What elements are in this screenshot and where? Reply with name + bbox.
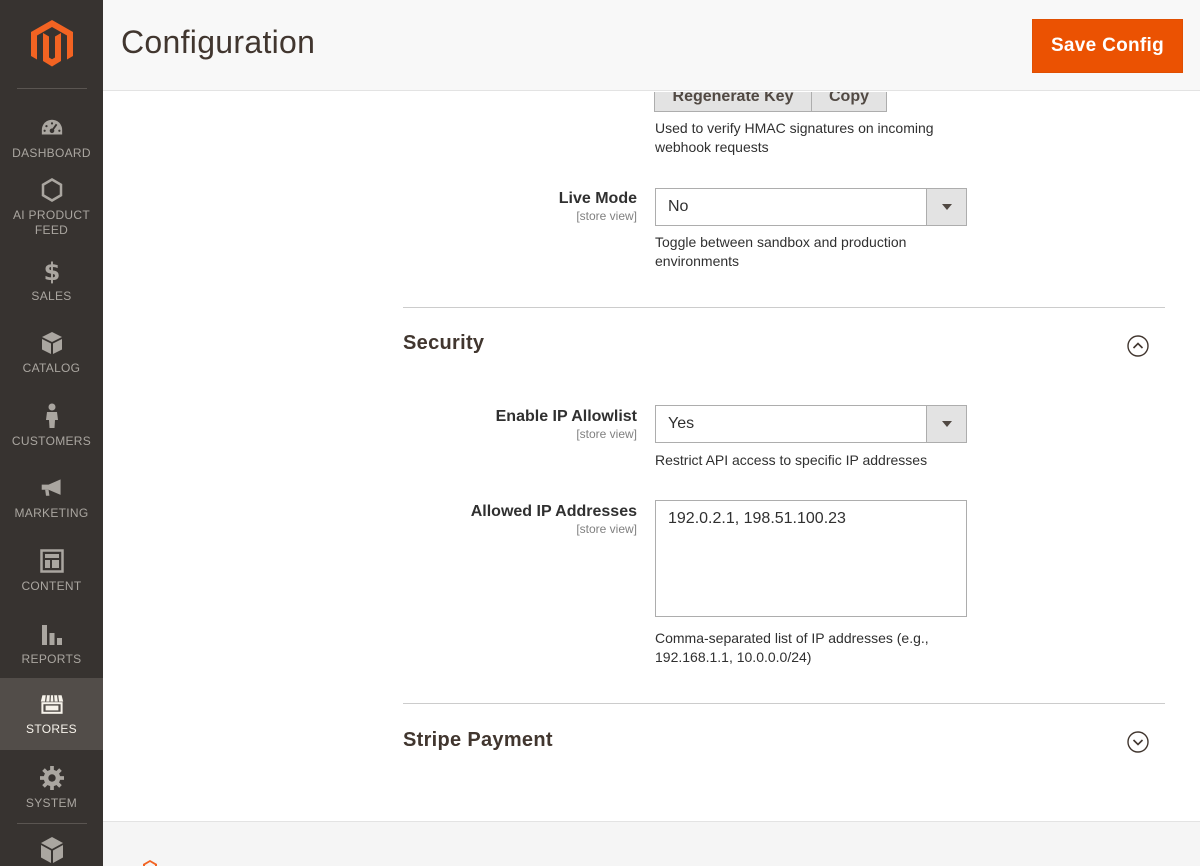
enable-ip-allowlist-label: Enable IP Allowlist [store view]: [277, 408, 637, 441]
regenerate-key-button[interactable]: Regenerate Key: [654, 92, 812, 112]
section-divider: [403, 703, 1165, 704]
field-label-text: Enable IP Allowlist: [495, 408, 637, 425]
svg-text:$: $: [43, 258, 60, 284]
sidebar-item-label: MARKETING: [14, 505, 89, 520]
section-divider: [403, 307, 1165, 308]
sidebar-item-label: SYSTEM: [25, 795, 78, 810]
sidebar-item-label: SALES: [31, 288, 72, 303]
hexagon-icon: [40, 178, 64, 202]
box-icon: [40, 331, 64, 355]
live-mode-label: Live Mode [store view]: [277, 190, 637, 223]
chevron-up-icon[interactable]: [1127, 335, 1149, 357]
field-label-text: Allowed IP Addresses: [470, 503, 637, 520]
sidebar-item-reports[interactable]: REPORTS: [0, 608, 103, 680]
magento-logo[interactable]: [0, 0, 103, 88]
sidebar-item-label: REPORTS: [21, 651, 82, 666]
field-label-text: Live Mode: [558, 190, 637, 207]
person-icon: [40, 403, 64, 428]
magento-footer-logo-icon: [143, 860, 157, 866]
sidebar-item-stores[interactable]: STORES: [0, 678, 103, 750]
page-title: Configuration: [121, 24, 316, 60]
stripe-payment-section-title[interactable]: Stripe Payment: [403, 729, 553, 752]
save-config-button[interactable]: Save Config: [1032, 19, 1183, 73]
sidebar-item-ai-product-feed[interactable]: AI PRODUCT FEED: [0, 172, 103, 244]
live-mode-note: Toggle between sandbox and production en…: [655, 234, 907, 269]
ip-allowlist-note: Restrict API access to specific IP addre…: [655, 452, 928, 468]
select-value: Yes: [668, 415, 695, 432]
sidebar-item-label: AI PRODUCT FEED: [12, 208, 90, 237]
webhook-key-note: Used to verify HMAC signatures on incomi…: [655, 120, 934, 155]
page-footer: [103, 821, 1200, 866]
sidebar-item-content[interactable]: CONTENT: [0, 535, 103, 607]
allowed-ips-note: Comma-separated list of IP addresses (e.…: [655, 630, 929, 665]
sidebar-item-label: DASHBOARD: [12, 145, 91, 160]
copy-key-button[interactable]: Copy: [812, 92, 887, 112]
select-value: No: [668, 198, 689, 215]
sidebar-item-label: CONTENT: [21, 578, 82, 593]
sidebar-item-sales[interactable]: $ SALES: [0, 245, 103, 317]
security-section-title[interactable]: Security: [403, 332, 484, 355]
config-content: Regenerate Key Copy Used to verify HMAC …: [103, 92, 1200, 821]
allowed-ip-addresses-label: Allowed IP Addresses [store view]: [277, 503, 637, 536]
sidebar-item-dashboard[interactable]: DASHBOARD: [0, 102, 103, 174]
sidebar-item-customers[interactable]: CUSTOMERS: [0, 390, 103, 462]
webhook-key-actions: Regenerate Key Copy: [654, 92, 887, 112]
page-header: Configuration Save Config: [103, 0, 1200, 91]
chevron-down-icon[interactable]: [1127, 731, 1149, 753]
gear-icon: [39, 765, 64, 790]
sidebar-divider: [17, 88, 87, 89]
sidebar-item-marketing[interactable]: MARKETING: [0, 462, 103, 534]
sidebar-item-label: CUSTOMERS: [11, 433, 92, 448]
chevron-down-icon[interactable]: [926, 406, 966, 442]
dollar-icon: $: [40, 258, 64, 284]
speedometer-icon: [40, 116, 64, 140]
chevron-down-icon[interactable]: [926, 189, 966, 225]
enable-ip-allowlist-select[interactable]: Yes: [655, 405, 967, 443]
sidebar-item-label: CATALOG: [22, 360, 81, 375]
sidebar-divider: [17, 823, 87, 824]
field-scope: [store view]: [576, 522, 637, 536]
admin-sidebar: DASHBOARD AI PRODUCT FEED $ SALES CATALO…: [0, 0, 103, 866]
storefront-icon: [40, 692, 64, 716]
field-scope: [store view]: [576, 427, 637, 441]
allowed-ip-addresses-textarea[interactable]: [655, 500, 967, 617]
megaphone-icon: [40, 476, 64, 500]
sidebar-item-label: STORES: [26, 721, 77, 736]
live-mode-select[interactable]: No: [655, 188, 967, 226]
sidebar-item-system[interactable]: SYSTEM: [0, 752, 103, 824]
field-scope: [store view]: [576, 209, 637, 223]
layout-icon: [39, 548, 64, 573]
sidebar-item-catalog[interactable]: CATALOG: [0, 317, 103, 389]
magento-logo-icon: [30, 20, 73, 67]
bar-chart-icon: [40, 622, 64, 646]
cubes-icon[interactable]: [38, 836, 66, 866]
